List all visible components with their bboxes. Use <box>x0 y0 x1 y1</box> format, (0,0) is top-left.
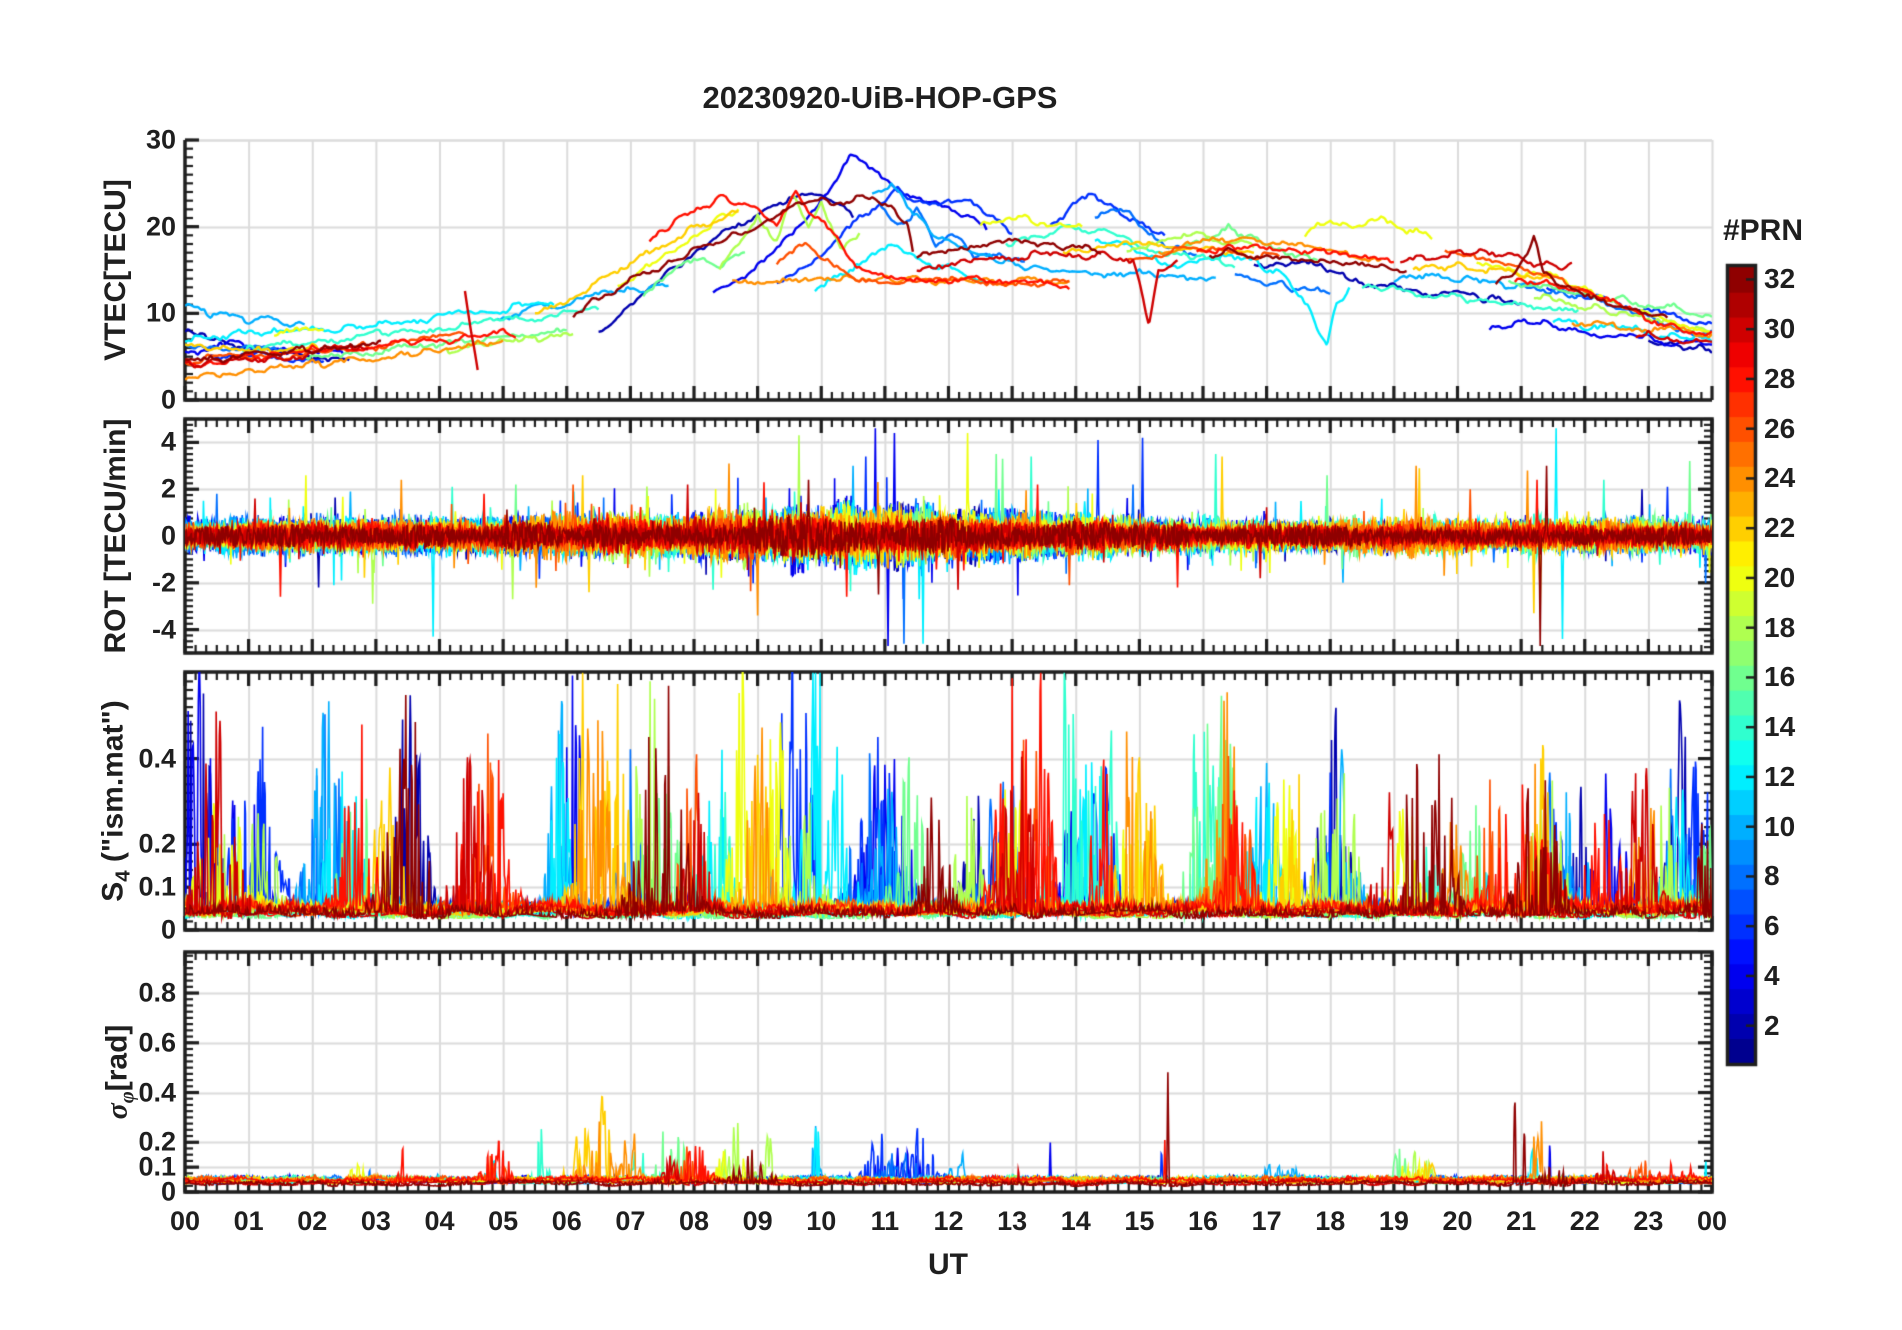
sigma-phi-y-axis-label: σφ[rad] <box>100 1024 139 1120</box>
x-axis-label: UT <box>928 1248 968 1281</box>
x-tick-label: 16 <box>1187 1206 1219 1236</box>
colorbar-tick-label: 30 <box>1764 313 1796 345</box>
rot-y-axis-label: ROT [TECU/min] <box>99 418 132 654</box>
x-tick-label: 22 <box>1569 1206 1600 1236</box>
x-tick-label: 21 <box>1506 1206 1537 1236</box>
vtec-y-axis-label: VTEC[TECU] <box>99 179 132 361</box>
x-tick-label: 11 <box>870 1206 900 1236</box>
x-tick-label: 15 <box>1124 1206 1155 1236</box>
x-tick-label: 02 <box>297 1206 328 1236</box>
x-tick-label: 10 <box>806 1206 837 1236</box>
rot-y-tick-label: -2 <box>151 567 176 598</box>
colorbar-tick-label: 28 <box>1764 362 1796 394</box>
x-tick-label: 12 <box>933 1206 964 1236</box>
x-tick-label: 08 <box>678 1206 710 1236</box>
x-tick-label: 17 <box>1251 1206 1282 1236</box>
vtec-y-tick-label: 30 <box>145 124 176 155</box>
s4-y-tick-label: 0 <box>160 914 176 945</box>
x-tick-label: 07 <box>615 1206 646 1236</box>
colorbar-tick-label: 26 <box>1764 412 1796 444</box>
x-tick-label: 19 <box>1378 1206 1409 1236</box>
colorbar-tick-label: 22 <box>1764 512 1796 544</box>
colorbar-tick-label: 14 <box>1764 711 1796 743</box>
gps-monitoring-figure: 20230920-UiB-HOP-GPS VTEC[TECU] ROT [TEC… <box>0 0 1902 1330</box>
sigma-y-tick-label: 0.2 <box>138 1126 176 1157</box>
x-tick-label: 00 <box>1696 1206 1728 1236</box>
colorbar-tick-label: 2 <box>1764 1009 1780 1041</box>
colorbar-tick-label: 12 <box>1764 760 1796 792</box>
rot-y-tick-label: 0 <box>160 520 176 551</box>
x-tick-label: 18 <box>1315 1206 1346 1236</box>
s4-y-tick-label: 0.4 <box>138 743 176 774</box>
vtec-y-tick-label: 10 <box>145 297 176 328</box>
s4-y-tick-label: 0.2 <box>138 828 176 859</box>
sigma-y-tick-label: 0.6 <box>138 1027 176 1058</box>
rot-y-tick-label: 2 <box>160 473 176 504</box>
x-tick-label: 13 <box>997 1206 1028 1236</box>
colorbar-title: #PRN <box>1722 214 1804 247</box>
colorbar-tick-label: 10 <box>1764 810 1796 842</box>
rot-y-tick-label: 4 <box>160 426 176 457</box>
x-tick-label: 20 <box>1442 1206 1473 1236</box>
colorbar-tick-label: 6 <box>1764 910 1780 942</box>
x-tick-label: 03 <box>360 1206 391 1236</box>
x-tick-label: 06 <box>551 1206 582 1236</box>
rot-y-tick-label: -4 <box>151 614 176 645</box>
colorbar-tick-label: 32 <box>1764 263 1796 295</box>
colorbar-tick-label: 16 <box>1764 661 1796 693</box>
x-tick-label: 00 <box>169 1206 201 1236</box>
x-tick-label: 23 <box>1633 1206 1664 1236</box>
colorbar-tick-label: 8 <box>1764 860 1780 892</box>
x-tick-label: 14 <box>1060 1206 1091 1236</box>
s4-y-axis-label: S4 ("ism.mat") <box>96 700 135 902</box>
s4-y-tick-label: 0.1 <box>138 871 176 902</box>
colorbar-tick-label: 4 <box>1764 959 1780 991</box>
colorbar-tick-label: 24 <box>1764 462 1796 494</box>
vtec-y-tick-label: 0 <box>160 384 176 415</box>
sigma-y-tick-label: 0.8 <box>138 977 176 1008</box>
colorbar-tick-label: 18 <box>1764 611 1796 643</box>
x-tick-label: 01 <box>233 1206 264 1236</box>
x-tick-label: 04 <box>424 1206 455 1236</box>
chart-canvas <box>0 0 1902 1330</box>
figure-title: 20230920-UiB-HOP-GPS <box>702 80 1058 115</box>
x-tick-label: 09 <box>742 1206 773 1236</box>
sigma-y-tick-label: 0.4 <box>138 1077 176 1108</box>
vtec-y-tick-label: 20 <box>145 211 176 242</box>
colorbar-tick-label: 20 <box>1764 561 1796 593</box>
x-tick-label: 05 <box>488 1206 519 1236</box>
